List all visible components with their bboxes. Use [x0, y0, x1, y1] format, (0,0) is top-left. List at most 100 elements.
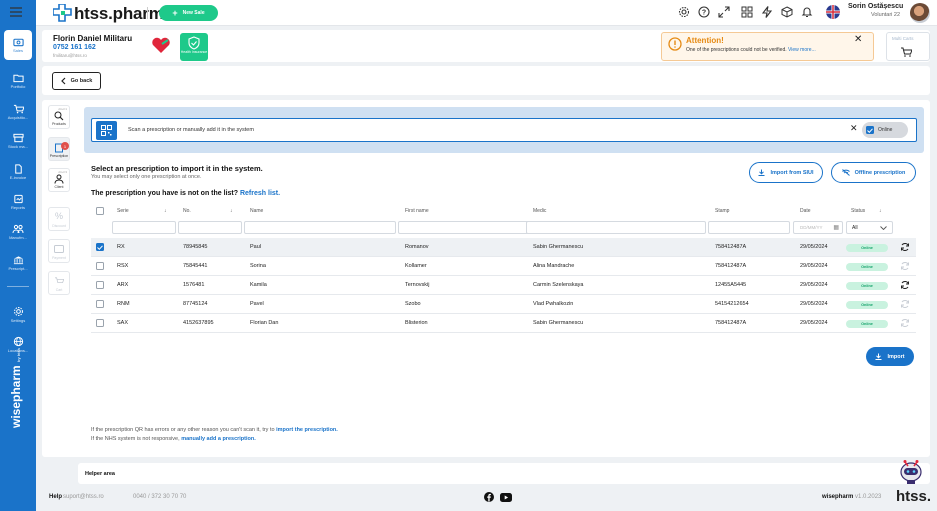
not-on-list-text: The prescription you have is not on the … [91, 190, 280, 197]
filter-medic[interactable] [526, 221, 706, 234]
sidebar-item-stock[interactable]: Stock ma... [0, 126, 36, 156]
avatar[interactable] [910, 3, 930, 23]
lightning-icon[interactable] [761, 6, 773, 18]
fullscreen-icon[interactable] [718, 6, 730, 18]
sidebar-item-prescriptions[interactable]: Prescript... [0, 248, 36, 278]
tool-discount[interactable]: % Discount [48, 207, 70, 231]
row-checkbox[interactable] [96, 281, 104, 289]
wifi-off-icon [841, 169, 850, 176]
sidebar-item-acquisitions[interactable]: Acquisitio... [0, 97, 36, 127]
go-back-bar [42, 66, 930, 95]
sort-arrow-icon[interactable]: ↓ [230, 208, 233, 214]
filter-serie[interactable] [112, 221, 176, 234]
table-row[interactable] [91, 257, 916, 276]
close-icon[interactable]: ✕ [854, 34, 862, 45]
table-row[interactable] [91, 276, 916, 295]
notification-badge: 1 [61, 142, 69, 150]
cube-icon[interactable] [781, 6, 793, 18]
filter-stamp[interactable] [708, 221, 790, 234]
filter-date[interactable]: DD/MM/YY ▦ [793, 221, 843, 234]
support-email[interactable]: suport@htss.ro [63, 494, 104, 500]
facebook-icon[interactable] [484, 492, 494, 502]
header-serie[interactable]: Serie [117, 208, 129, 214]
import-button[interactable]: Import [866, 347, 914, 366]
go-back-button[interactable]: Go back [52, 72, 101, 90]
table-row[interactable] [91, 295, 916, 314]
sidebar-item-reports[interactable]: Reports [0, 187, 36, 217]
filter-no[interactable] [178, 221, 242, 234]
app-logo: htss.pharm [74, 4, 164, 23]
refresh-list-link[interactable]: Refresh list. [240, 190, 280, 197]
table-row[interactable] [91, 238, 916, 257]
youtube-icon[interactable] [500, 493, 512, 502]
sync-icon[interactable] [900, 318, 910, 328]
sidebar-item-portfolio[interactable]: Portfolio [0, 66, 36, 96]
sidebar-item-settings[interactable]: Settings [0, 299, 36, 329]
row-checkbox-checked[interactable] [96, 243, 104, 251]
sync-icon[interactable] [900, 242, 910, 252]
bell-icon[interactable] [801, 6, 813, 18]
tool-products[interactable]: Alt+F1 Products [48, 105, 70, 129]
header-status[interactable]: Status [851, 208, 865, 214]
new-sale-label: New Sale [182, 10, 205, 16]
brand-name: wisepharm [9, 365, 23, 428]
header-name[interactable]: Name [250, 208, 263, 214]
note-scan-errors: If the prescription QR has errors or any… [91, 427, 338, 433]
header-first-name[interactable]: First name [405, 208, 429, 214]
select-all-checkbox[interactable] [96, 207, 104, 215]
offline-prescription-button[interactable]: Offline prescription [831, 162, 916, 183]
tool-payment[interactable]: Payment [48, 239, 70, 263]
manually-add-link[interactable]: manually add a prescription. [181, 436, 256, 442]
table-row[interactable] [91, 314, 916, 333]
cell-serie: RNM [117, 301, 130, 307]
bank-icon [13, 256, 23, 265]
sidebar-item-einvoice[interactable]: E-invoice [0, 157, 36, 187]
clear-icon[interactable]: ✕ [850, 123, 858, 134]
user-location: Voluntari 22 [871, 12, 901, 18]
patient-phone: 0752 161 162 [53, 44, 96, 51]
sync-icon[interactable] [900, 299, 910, 309]
help-icon[interactable]: ? [698, 6, 710, 18]
online-toggle[interactable]: Online [862, 122, 908, 138]
patient-name: Florin Daniel Militaru [53, 34, 133, 43]
status-badge: Online [846, 282, 888, 290]
header-medic[interactable]: Medic [533, 208, 546, 214]
cell-name: Pavel [250, 301, 264, 307]
qr-scan-button[interactable] [96, 121, 117, 140]
row-checkbox[interactable] [96, 300, 104, 308]
filter-name[interactable] [244, 221, 396, 234]
footer-brand: wisepharm [822, 494, 854, 500]
row-checkbox[interactable] [96, 319, 104, 327]
settings-icon[interactable] [678, 6, 690, 18]
not-on-list-label: The prescription you have is not on the … [91, 190, 239, 197]
header-no[interactable]: No. [183, 208, 191, 214]
sort-arrow-icon[interactable]: ↓ [164, 208, 167, 214]
assistant-robot-icon[interactable] [896, 456, 926, 486]
help-label[interactable]: Help [49, 494, 62, 500]
apps-grid-icon[interactable] [741, 6, 753, 18]
tool-shortcut: Alt+F3 [58, 170, 67, 174]
cell-serie: RX [117, 244, 125, 250]
row-checkbox[interactable] [96, 262, 104, 270]
view-more-link[interactable]: View more... [788, 47, 816, 53]
tool-cart[interactable]: Cart [48, 271, 70, 295]
cell-first-name: Romanov [405, 244, 429, 250]
sync-icon[interactable] [900, 261, 910, 271]
uk-flag-icon[interactable] [826, 5, 840, 19]
sort-arrow-icon[interactable]: ↓ [879, 208, 882, 214]
filter-status-select[interactable]: All [846, 221, 893, 234]
sidebar-item-manufacturers[interactable]: Manufm... [0, 217, 36, 247]
new-sale-button[interactable]: + New Sale [159, 5, 218, 21]
offline-label: Offline prescription [854, 169, 906, 176]
import-prescription-link[interactable]: import the prescription. [276, 427, 338, 433]
sync-icon[interactable] [900, 280, 910, 290]
tool-client[interactable]: Alt+F3 Client [48, 168, 70, 192]
health-insurance-label: Health Insurance [180, 50, 208, 54]
header-date[interactable]: Date [800, 208, 811, 214]
tool-prescription[interactable]: 1 Prescription [48, 137, 70, 161]
sidebar-item-label: Reports [10, 205, 25, 210]
hamburger-menu-icon[interactable] [10, 7, 22, 17]
import-from-siui-button[interactable]: Import from SIUI [749, 162, 823, 183]
sidebar-item-sales[interactable]: Sales [4, 30, 32, 60]
header-stamp[interactable]: Stamp [715, 208, 729, 214]
